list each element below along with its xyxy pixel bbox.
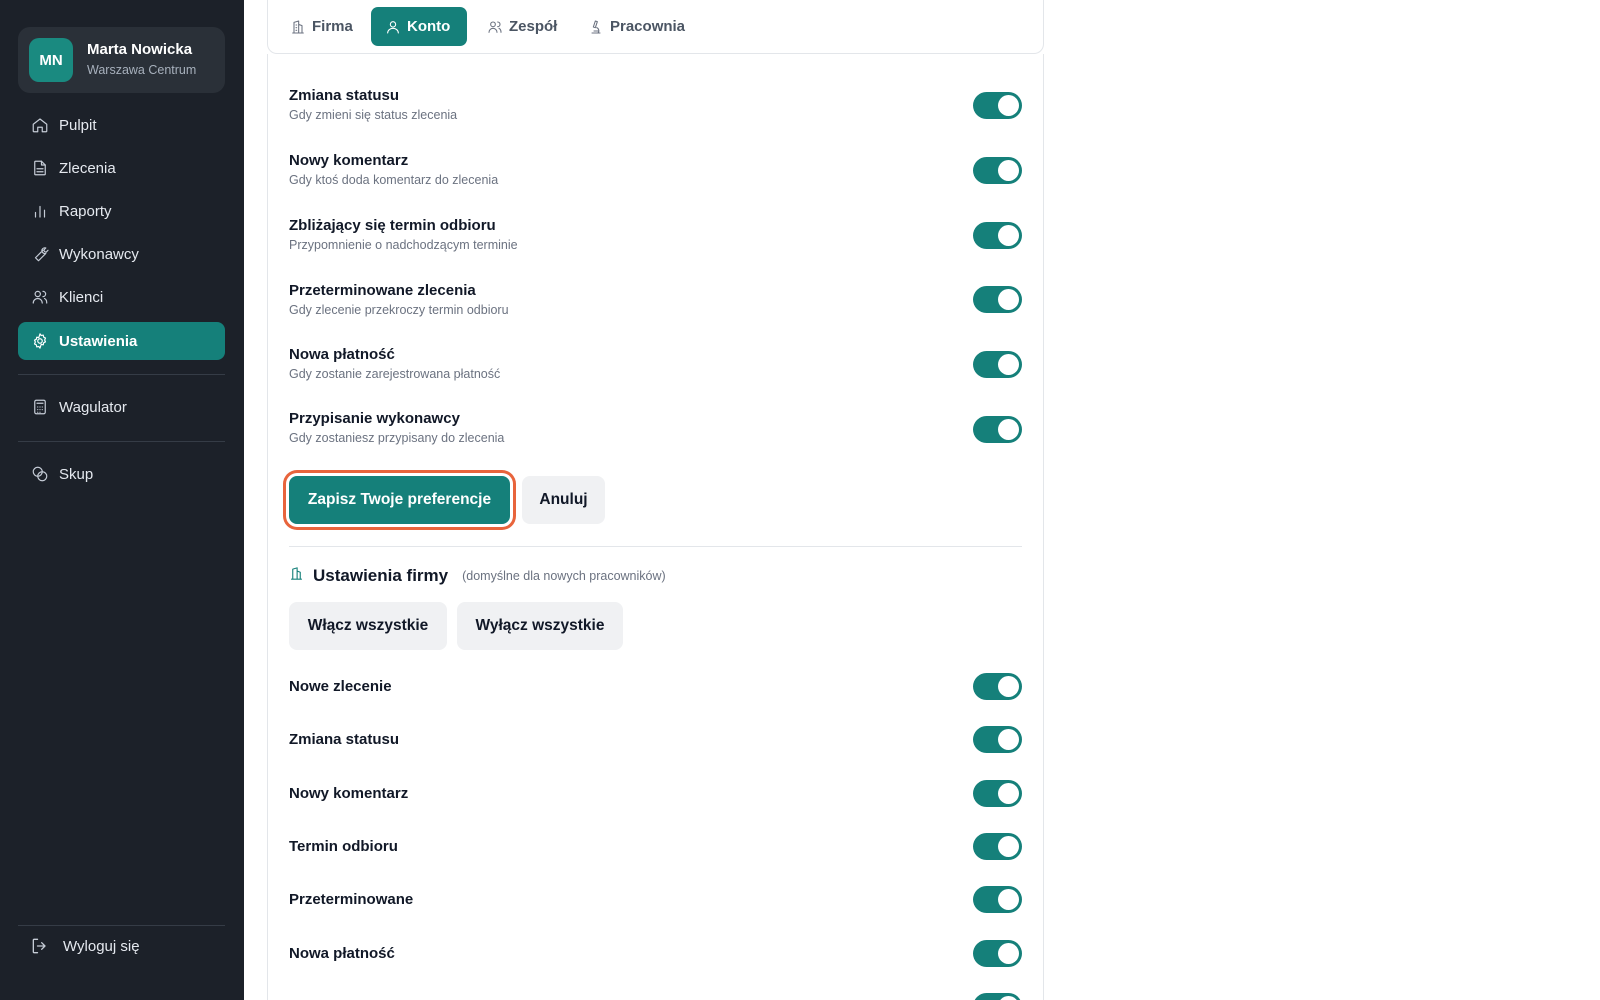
tab-zespol[interactable]: Zespół — [473, 7, 571, 46]
setting-description: Gdy zostaniesz przypisany do zlecenia — [289, 431, 505, 445]
tab-firma[interactable]: Firma — [276, 7, 367, 46]
wrench-icon — [31, 245, 49, 263]
tab-label: Konto — [407, 18, 451, 35]
setting-row: Przeterminowane zlecenia Gdy zlecenie pr… — [289, 282, 1022, 317]
sidebar-item-wagulator[interactable]: Wagulator — [18, 388, 225, 426]
document-icon — [31, 159, 49, 177]
toggle-nowy-komentarz[interactable] — [973, 157, 1022, 184]
coins-icon — [31, 465, 49, 483]
bar-chart-icon — [31, 202, 49, 220]
toggle-nowa-platnosc[interactable] — [973, 351, 1022, 378]
setting-title: Nowy komentarz — [289, 152, 409, 169]
sidebar-item-label: Ustawienia — [59, 332, 138, 350]
toggle-termin-odbioru[interactable] — [973, 222, 1022, 249]
setting-title: Nowa płatność — [289, 346, 395, 363]
setting-row: Nowy komentarz Gdy ktoś doda komentarz d… — [289, 152, 1022, 187]
sidebar-item-pulpit[interactable]: Pulpit — [18, 106, 225, 144]
setting-description: Gdy zmieni się status zlecenia — [289, 108, 458, 122]
setting-description: Gdy ktoś doda komentarz do zlecenia — [289, 173, 499, 187]
setting-description: Gdy zostanie zarejestrowana płatność — [289, 367, 501, 381]
user-icon — [385, 19, 401, 35]
sidebar-item-label: Skup — [59, 465, 94, 483]
toggle-przeterminowane[interactable] — [973, 286, 1022, 313]
toggle-company-next[interactable] — [973, 993, 1022, 1000]
sidebar-divider — [18, 925, 225, 926]
building-icon — [289, 566, 304, 586]
building-icon — [290, 19, 306, 35]
logout-icon — [32, 938, 46, 954]
sidebar-item-zlecenia[interactable]: Zlecenia — [18, 149, 225, 187]
company-setting-title: Nowe zlecenie — [289, 678, 392, 695]
setting-title: Przypisanie wykonawcy — [289, 410, 460, 427]
logout-button[interactable]: Wyloguj się — [30, 936, 140, 956]
tab-pracownia[interactable]: Pracownia — [574, 7, 699, 46]
home-icon — [31, 116, 49, 134]
logout-label: Wyloguj się — [63, 937, 140, 955]
users-icon — [487, 19, 503, 35]
sidebar-item-label: Pulpit — [59, 116, 97, 134]
setting-title: Zbliżający się termin odbioru — [289, 217, 496, 234]
toggle-company-przeterminowane[interactable] — [973, 886, 1022, 913]
profile-card[interactable]: MN Marta Nowicka Warszawa Centrum — [18, 27, 225, 93]
sidebar-divider — [18, 374, 225, 375]
sidebar-item-wykonawcy[interactable]: Wykonawcy — [18, 235, 225, 273]
company-setting-title: Nowa płatność — [289, 945, 395, 962]
company-setting-title: Nowy komentarz — [289, 785, 409, 802]
section-title: Ustawienia firmy — [313, 566, 449, 585]
company-setting-title: Zmiana statusu — [289, 731, 400, 748]
setting-row: Zbliżający się termin odbioru Przypomnie… — [289, 217, 1022, 252]
settings-panel — [267, 54, 1044, 1000]
avatar: MN — [29, 38, 73, 82]
toggle-przypisanie-wykonawcy[interactable] — [973, 416, 1022, 443]
company-setting-title: Przeterminowane — [289, 891, 414, 908]
setting-row: Przypisanie wykonawcy Gdy zostaniesz prz… — [289, 410, 1022, 445]
profile-location: Warszawa Centrum — [87, 63, 197, 77]
tab-label: Firma — [312, 18, 353, 35]
enable-all-button[interactable]: Włącz wszystkie — [289, 602, 447, 650]
sidebar: MN Marta Nowicka Warszawa Centrum Pulpit… — [0, 0, 244, 1000]
tab-bar: Firma Konto Zespół Pracownia — [267, 0, 1044, 54]
calculator-icon — [31, 398, 49, 416]
sidebar-item-label: Wykonawcy — [59, 245, 139, 263]
setting-row: Zmiana statusu Gdy zmieni się status zle… — [289, 87, 1022, 122]
section-subtitle: (domyślne dla nowych pracowników) — [462, 569, 666, 583]
company-section-header: Ustawienia firmy (domyślne dla nowych pr… — [289, 566, 666, 586]
toggle-company-nowy-komentarz[interactable] — [973, 780, 1022, 807]
microscope-icon — [588, 19, 604, 35]
tab-konto[interactable]: Konto — [371, 7, 467, 46]
company-setting-title: Termin odbioru — [289, 838, 398, 855]
sidebar-item-skup[interactable]: Skup — [18, 455, 225, 493]
sidebar-item-label: Raporty — [59, 202, 112, 220]
save-preferences-button[interactable]: Zapisz Twoje preferencje — [289, 476, 510, 524]
section-divider — [289, 546, 1022, 547]
sidebar-divider — [18, 441, 225, 442]
cancel-button[interactable]: Anuluj — [522, 476, 605, 524]
sidebar-item-label: Klienci — [59, 288, 104, 306]
sidebar-item-label: Wagulator — [59, 398, 127, 416]
tab-label: Pracownia — [610, 18, 686, 35]
toggle-company-termin-odbioru[interactable] — [973, 833, 1022, 860]
toggle-zmiana-statusu[interactable] — [973, 92, 1022, 119]
disable-all-button[interactable]: Wyłącz wszystkie — [457, 602, 623, 650]
gear-icon — [31, 332, 49, 350]
sidebar-item-label: Zlecenia — [59, 159, 116, 177]
setting-title: Przeterminowane zlecenia — [289, 282, 476, 299]
sidebar-item-klienci[interactable]: Klienci — [18, 278, 225, 316]
setting-description: Gdy zlecenie przekroczy termin odbioru — [289, 303, 509, 317]
sidebar-item-raporty[interactable]: Raporty — [18, 192, 225, 230]
profile-name: Marta Nowicka — [87, 41, 193, 58]
setting-row: Nowa płatność Gdy zostanie zarejestrowan… — [289, 346, 1022, 381]
tab-label: Zespół — [509, 18, 558, 35]
toggle-company-nowe-zlecenie[interactable] — [973, 673, 1022, 700]
setting-description: Przypomnienie o nadchodzącym terminie — [289, 238, 518, 252]
toggle-company-nowa-platnosc[interactable] — [973, 940, 1022, 967]
toggle-company-zmiana-statusu[interactable] — [973, 726, 1022, 753]
users-icon — [31, 288, 49, 306]
sidebar-item-ustawienia[interactable]: Ustawienia — [18, 322, 225, 360]
setting-title: Zmiana statusu — [289, 87, 400, 104]
